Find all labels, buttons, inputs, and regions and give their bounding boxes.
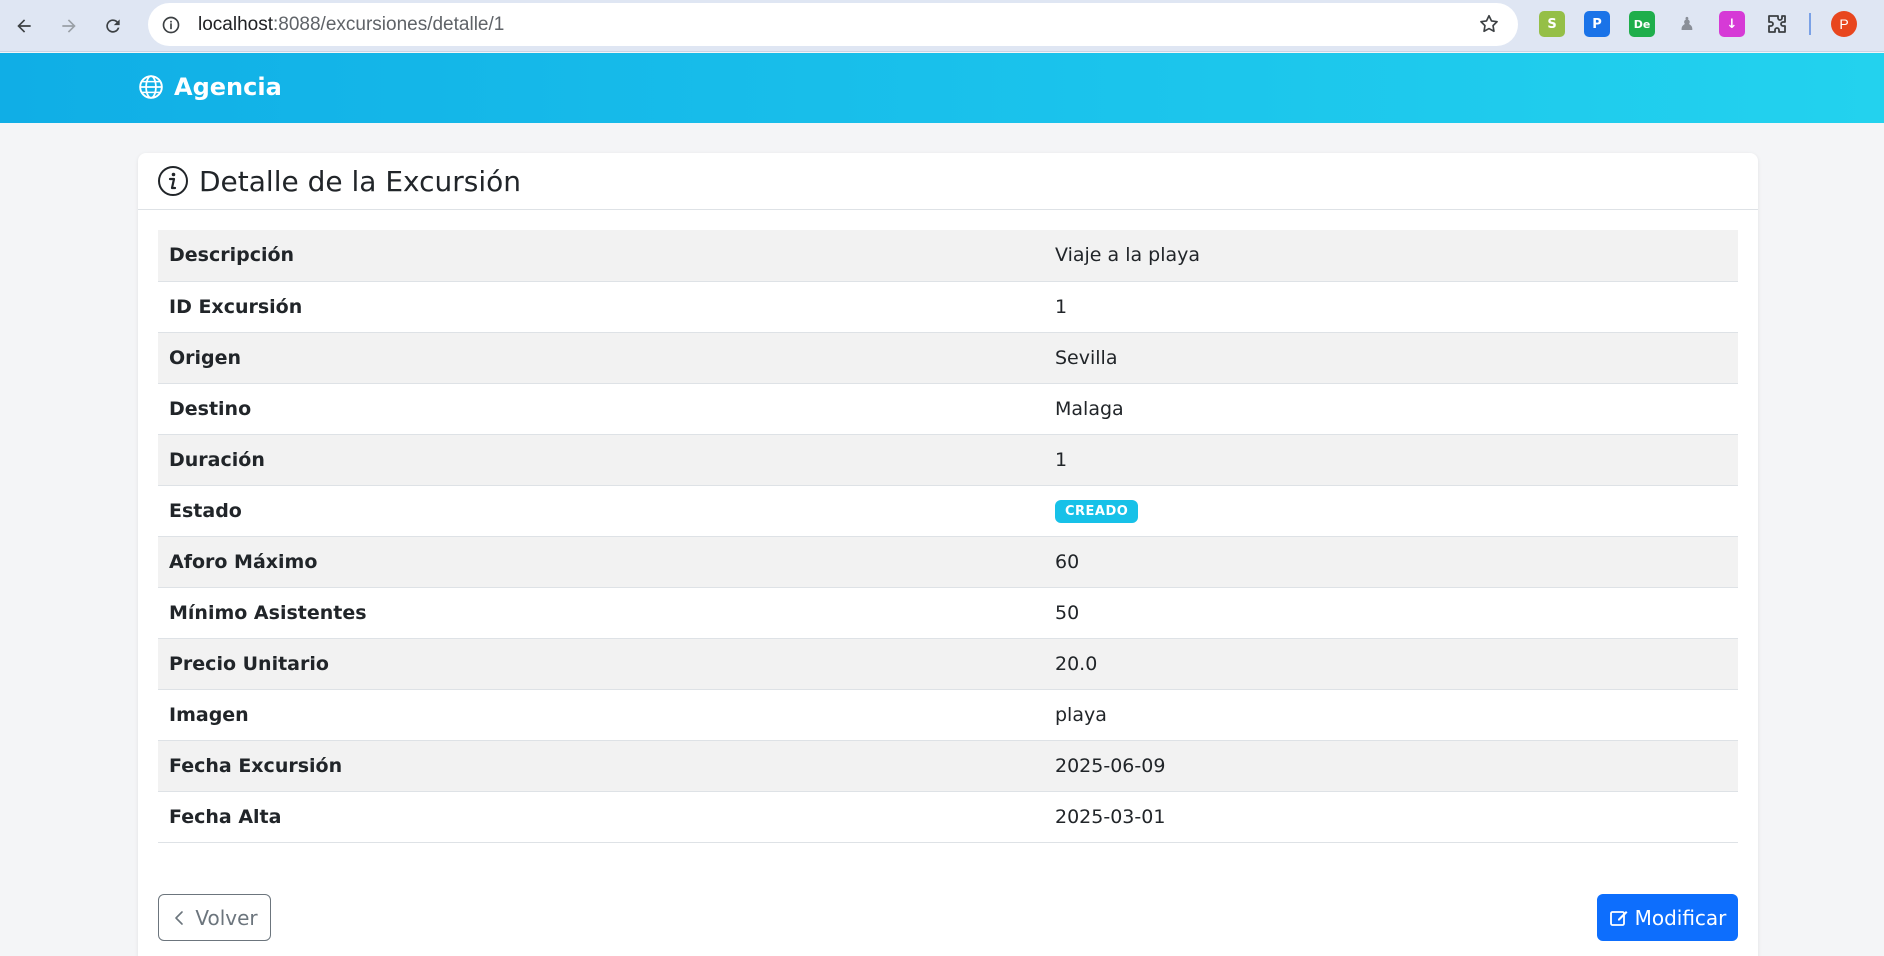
table-row: Destino Malaga [158, 383, 1738, 434]
row-label: Duración [169, 448, 265, 471]
row-value: 50 [1055, 601, 1080, 624]
row-label: Descripción [169, 244, 295, 267]
row-label: Aforo Máximo [169, 550, 318, 573]
row-value: 2025-03-01 [1055, 805, 1166, 828]
row-label: Origen [169, 346, 242, 369]
url-host: localhost [198, 13, 273, 35]
table-row: Imagen playa [158, 689, 1738, 740]
row-label: Destino [169, 397, 252, 420]
figure-extension-icon[interactable]: ♟ [1674, 11, 1700, 37]
row-value: Viaje a la playa [1055, 244, 1201, 267]
chevron-left-icon [175, 910, 184, 925]
address-bar[interactable]: localhost:8088/excursiones/detalle/1 [148, 3, 1518, 46]
row-value: 20.0 [1055, 652, 1098, 675]
table-row: Fecha Excursión 2025-06-09 [158, 740, 1738, 791]
download-extension-icon[interactable]: ↓ [1719, 11, 1745, 37]
row-label: Precio Unitario [169, 652, 329, 675]
row-label: Fecha Alta [169, 805, 282, 828]
edit-icon [1609, 910, 1628, 926]
row-label: Imagen [169, 703, 249, 726]
table-row: Origen Sevilla [158, 332, 1738, 383]
de-extension-icon[interactable]: De [1629, 11, 1655, 37]
row-label: Mínimo Asistentes [169, 601, 367, 624]
row-label: Estado [169, 499, 242, 522]
table-row: Aforo Máximo 60 [158, 536, 1738, 587]
row-label: ID Excursión [169, 295, 303, 318]
detail-card: Detalle de la Excursión Descripción Viaje… [138, 153, 1758, 956]
extensions-puzzle-icon[interactable] [1764, 11, 1790, 37]
status-badge: CREADO [1055, 500, 1139, 523]
row-value: playa [1055, 703, 1107, 726]
url-text[interactable]: localhost:8088/excursiones/detalle/1 [198, 14, 504, 36]
back-button-label: Volver [195, 905, 258, 930]
detail-table: Descripción Viaje a la playa ID Excursión… [158, 230, 1738, 843]
table-row: Fecha Alta 2025-03-01 [158, 791, 1738, 842]
shopify-extension-icon[interactable]: S [1539, 11, 1565, 37]
url-path: :8088/excursiones/detalle/1 [273, 13, 505, 35]
row-value: 60 [1055, 550, 1080, 573]
edit-button-label: Modificar [1634, 905, 1727, 930]
table-row: Descripción Viaje a la playa [158, 230, 1738, 281]
site-info-icon[interactable] [158, 12, 184, 38]
toolbar-divider [1809, 13, 1811, 35]
back-arrow-icon[interactable] [8, 10, 40, 42]
edit-button[interactable]: Modificar [1597, 894, 1738, 941]
profile-avatar[interactable]: P [1831, 11, 1857, 37]
row-label: Fecha Excursión [169, 754, 343, 777]
back-button[interactable]: Volver [158, 894, 271, 941]
page-title: Detalle de la Excursión [199, 164, 522, 198]
globe-icon [139, 75, 163, 99]
browser-toolbar: localhost:8088/excursiones/detalle/1 S P… [0, 0, 1884, 52]
forward-arrow-icon[interactable] [53, 10, 85, 42]
table-row: Estado CREADO [158, 485, 1738, 536]
brand-name: Agencia [174, 73, 282, 101]
row-value: 1 [1055, 448, 1068, 471]
table-row: ID Excursión 1 [158, 281, 1738, 332]
row-value: Sevilla [1055, 346, 1118, 369]
table-row: Duración 1 [158, 434, 1738, 485]
card-header: Detalle de la Excursión [138, 153, 1758, 210]
app-navbar: Agencia [0, 53, 1884, 123]
reload-icon[interactable] [97, 10, 129, 42]
row-value: Malaga [1055, 397, 1124, 420]
row-value: 1 [1055, 295, 1068, 318]
info-circle-icon [158, 166, 188, 196]
table-row: Mínimo Asistentes 50 [158, 587, 1738, 638]
table-row: Precio Unitario 20.0 [158, 638, 1738, 689]
clipboard-extension-icon[interactable]: P [1584, 11, 1610, 37]
brand-link[interactable]: Agencia [138, 73, 282, 101]
bookmark-star-icon[interactable] [1476, 11, 1502, 37]
row-value: 2025-06-09 [1055, 754, 1166, 777]
